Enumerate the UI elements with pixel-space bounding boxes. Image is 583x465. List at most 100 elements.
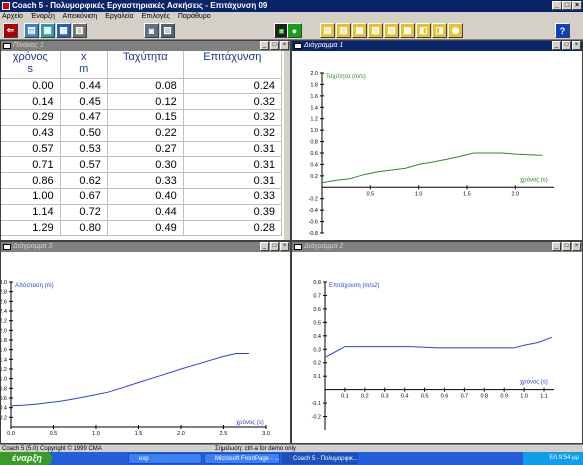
table-cell[interactable]: 1.00: [1, 188, 61, 205]
chart-window-2-minimize-button[interactable]: _: [552, 242, 561, 251]
camera-icon[interactable]: ◙: [144, 23, 159, 38]
table-row[interactable]: 0.86 0.62 0.33 0.31: [1, 172, 283, 190]
table-cell[interactable]: 0.27: [107, 141, 184, 158]
table-row[interactable]: 0.29 0.47 0.15 0.32: [1, 109, 283, 126]
column-header-time[interactable]: χρόνος s: [1, 51, 61, 79]
table-cell[interactable]: 0.86: [1, 172, 61, 190]
activity-icon-6[interactable]: ▩: [400, 23, 415, 38]
table-cell[interactable]: 0.43: [1, 125, 61, 142]
table-cell[interactable]: 0.12: [107, 93, 184, 111]
start-measure-icon[interactable]: ●: [287, 23, 302, 38]
table-cell[interactable]: 0.45: [60, 93, 108, 111]
table-cell[interactable]: 0.32: [183, 93, 283, 111]
table-cell[interactable]: 0.40: [107, 188, 184, 205]
table-cell[interactable]: 0.32: [183, 125, 283, 142]
table-cell[interactable]: 0.71: [1, 156, 61, 174]
table-cell[interactable]: 0.29: [1, 109, 61, 126]
table-cell[interactable]: 0.47: [60, 109, 108, 126]
menu-display[interactable]: Απεικόνιση: [62, 13, 97, 20]
table-cell[interactable]: 0.33: [183, 188, 283, 205]
printer-icon[interactable]: ▧: [160, 23, 175, 38]
table-window-minimize-button[interactable]: _: [260, 41, 269, 50]
globe-icon[interactable]: ◉: [448, 23, 463, 38]
chart-window-1-maximize-button[interactable]: □: [562, 41, 571, 50]
table-cell[interactable]: 1.14: [1, 204, 61, 221]
chart-window-3-close-button[interactable]: ×: [280, 242, 289, 251]
activity-icon-1[interactable]: ▤: [320, 23, 335, 38]
table-cell[interactable]: 0.00: [1, 78, 61, 95]
menu-tools[interactable]: Εργαλεία: [105, 13, 133, 20]
activity-icon-2[interactable]: ▥: [336, 23, 351, 38]
acceleration-chart[interactable]: -0.2 -0.1 0.1 0.2 0.3 0.4 0.5 0.6 0.7 0.8 0.1 0.2 0.…: [292, 252, 582, 443]
taskbar-item-coach[interactable]: Coach 5 - Πολυμορφικ...: [282, 453, 358, 464]
chart-window-1-minimize-button[interactable]: _: [552, 41, 561, 50]
table-cell[interactable]: 0.57: [1, 141, 61, 158]
taskbar-item-exp[interactable]: exp: [128, 453, 202, 464]
table-cell[interactable]: 1.29: [1, 220, 61, 237]
column-header-x[interactable]: xm: [60, 51, 108, 79]
table-cell[interactable]: 0.44: [60, 78, 108, 95]
help-icon[interactable]: ?: [555, 23, 570, 38]
table-cell[interactable]: 0.53: [60, 141, 108, 158]
start-button[interactable]: έναρξη: [0, 452, 52, 465]
print-icon[interactable]: ▥: [72, 23, 87, 38]
activity-icon-4[interactable]: ▧: [368, 23, 383, 38]
minimize-button[interactable]: _: [552, 1, 562, 10]
table-cell[interactable]: 0.14: [1, 93, 61, 111]
table-cell[interactable]: 0.67: [60, 188, 108, 205]
chart-window-1-close-button[interactable]: ×: [572, 41, 581, 50]
table-row[interactable]: 0.43 0.50 0.22 0.32: [1, 125, 283, 142]
new-file-icon[interactable]: ▤: [24, 23, 39, 38]
menu-start[interactable]: Έναρξη: [31, 13, 55, 20]
table-row[interactable]: 0.57 0.53 0.27 0.31: [1, 141, 283, 158]
table-row[interactable]: 1.29 0.80 0.49 0.28: [1, 220, 283, 237]
table-row[interactable]: 0.00 0.44 0.08 0.24: [1, 78, 283, 95]
table-cell[interactable]: 0.50: [60, 125, 108, 142]
column-header-velocity[interactable]: Ταχύτητα: [107, 51, 184, 79]
table-window-maximize-button[interactable]: □: [270, 41, 279, 50]
table-row[interactable]: 0.14 0.45 0.12 0.32: [1, 93, 283, 111]
chart-window-3-minimize-button[interactable]: _: [260, 242, 269, 251]
table-cell[interactable]: 0.62: [60, 172, 108, 190]
table-cell[interactable]: 0.57: [60, 156, 108, 174]
chart-window-2-maximize-button[interactable]: □: [562, 242, 571, 251]
table-cell[interactable]: 0.49: [107, 220, 184, 237]
table-cell[interactable]: 0.22: [107, 125, 184, 142]
taskbar-item-frontpage[interactable]: Microsoft FrontPage - ...: [204, 453, 280, 464]
maximize-button[interactable]: □: [562, 1, 572, 10]
close-button[interactable]: ×: [572, 1, 582, 10]
activity-icon-5[interactable]: ▨: [384, 23, 399, 38]
table-cell[interactable]: 0.33: [107, 172, 184, 190]
table-cell[interactable]: 0.32: [183, 109, 283, 126]
table-cell[interactable]: 0.24: [183, 78, 283, 95]
velocity-chart[interactable]: -0.8 -0.6 -0.4 -0.2 0.2 0.4 0.6 0.8 1.0 1.2 1.4 1.6…: [292, 51, 582, 240]
activity-icon-7[interactable]: ◧: [416, 23, 431, 38]
activity-icon-3[interactable]: ▦: [352, 23, 367, 38]
chart-window-3-maximize-button[interactable]: □: [270, 242, 279, 251]
table-cell[interactable]: 0.08: [107, 78, 184, 95]
table-cell[interactable]: 0.15: [107, 109, 184, 126]
table-window-close-button[interactable]: ×: [280, 41, 289, 50]
table-cell[interactable]: 0.28: [183, 220, 283, 237]
table-cell[interactable]: 0.31: [183, 156, 283, 174]
table-row[interactable]: 1.00 0.67 0.40 0.33: [1, 188, 283, 205]
table-cell[interactable]: 0.30: [107, 156, 184, 174]
table-cell[interactable]: 0.31: [183, 172, 283, 190]
column-header-acceleration[interactable]: Επιτάχυνση: [183, 51, 283, 79]
table-scrollbar[interactable]: [284, 51, 290, 240]
menu-file[interactable]: Αρχείο: [2, 13, 23, 20]
table-cell[interactable]: 0.31: [183, 141, 283, 158]
table-cell[interactable]: 0.44: [107, 204, 184, 221]
table-row[interactable]: 1.14 0.72 0.44 0.39: [1, 204, 283, 221]
table-row[interactable]: 0.71 0.57 0.30 0.31: [1, 156, 283, 174]
table-cell[interactable]: 0.72: [60, 204, 108, 221]
menu-window[interactable]: Παράθυρο: [178, 13, 211, 20]
chart-window-2-close-button[interactable]: ×: [572, 242, 581, 251]
back-arrow-icon[interactable]: ⇐: [3, 23, 18, 38]
menu-options[interactable]: Επιλογές: [142, 13, 170, 20]
table-cell[interactable]: 0.39: [183, 204, 283, 221]
save-icon[interactable]: ▦: [56, 23, 71, 38]
distance-chart[interactable]: 0.2 0.4 0.6 0.8 1.0 1.2 1.4 1.6 1.8 2.0 2.2 2.4 2.6 2…: [1, 252, 290, 443]
activity-icon-8[interactable]: ◨: [432, 23, 447, 38]
open-file-icon[interactable]: ▣: [40, 23, 55, 38]
